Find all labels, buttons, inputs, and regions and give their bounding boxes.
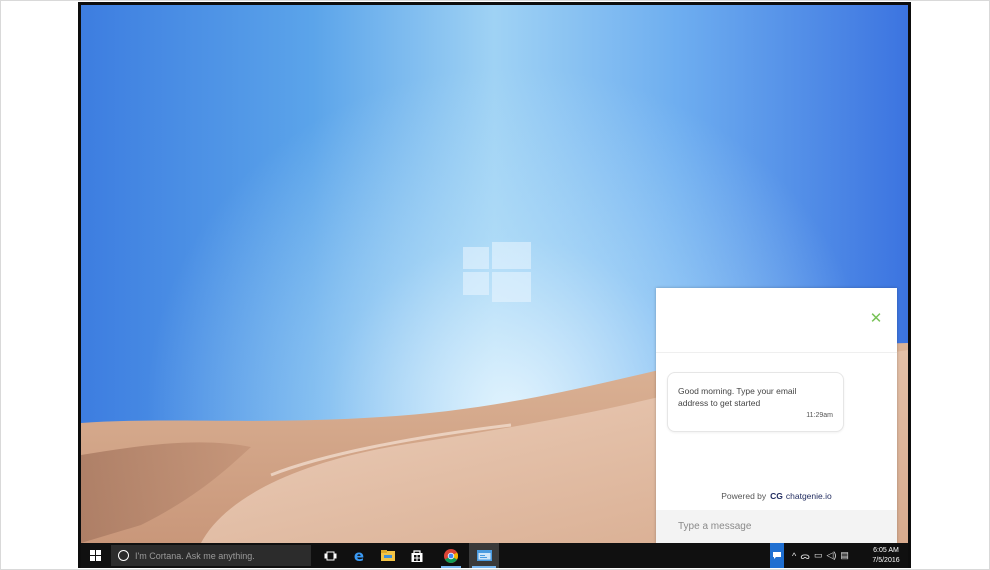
- network-icon[interactable]: ▭: [814, 550, 823, 561]
- file-explorer-icon: [381, 550, 395, 561]
- taskbar: I'm Cortana. Ask me anything. e ^ ᯅ ▭ ◁)…: [81, 543, 908, 568]
- file-explorer-button[interactable]: [375, 543, 401, 568]
- desktop-wallpaper: ✕ Good morning. Type your email address …: [81, 5, 908, 543]
- chevron-up-icon[interactable]: ^: [792, 551, 796, 561]
- windows-start-icon: [89, 550, 101, 561]
- cortana-icon: [118, 550, 129, 561]
- close-icon[interactable]: ✕: [869, 311, 883, 326]
- message-input[interactable]: [656, 510, 897, 543]
- chat-bubble-icon: [773, 552, 781, 559]
- chat-header: ✕: [656, 288, 897, 353]
- task-view-button[interactable]: [317, 543, 343, 568]
- store-button[interactable]: [404, 543, 430, 568]
- clock-date: 7/5/2016: [872, 557, 900, 564]
- active-app-button[interactable]: [469, 543, 499, 568]
- keyboard-icon[interactable]: ▤: [840, 550, 849, 561]
- edge-icon: e: [353, 546, 365, 565]
- chrome-button[interactable]: [438, 543, 464, 568]
- chat-widget: ✕ Good morning. Type your email address …: [656, 288, 897, 543]
- chat-messages: Good morning. Type your email address to…: [656, 353, 897, 503]
- message-bubble: Good morning. Type your email address to…: [667, 372, 844, 432]
- store-icon: [411, 549, 423, 562]
- task-view-icon: [324, 551, 336, 560]
- monitor-screen: ✕ Good morning. Type your email address …: [78, 2, 911, 568]
- powered-by-label: Powered by: [721, 491, 767, 501]
- message-text: Good morning. Type your email address to…: [678, 386, 797, 408]
- chatgenie-logo[interactable]: CG: [770, 491, 783, 501]
- powered-by: Powered by CG chatgenie.io: [656, 491, 897, 501]
- app-window-icon: [476, 550, 492, 561]
- taskbar-clock[interactable]: 6:05 AM 7/5/2016: [867, 546, 905, 566]
- clock-time: 6:05 AM: [873, 547, 899, 554]
- chrome-icon: [444, 548, 458, 563]
- edge-button[interactable]: e: [346, 543, 372, 568]
- chatgenie-link[interactable]: chatgenie.io: [786, 491, 832, 501]
- message-timestamp: 11:29am: [806, 412, 833, 419]
- chat-notification-button[interactable]: [770, 543, 784, 568]
- cortana-search-box[interactable]: I'm Cortana. Ask me anything.: [111, 545, 311, 566]
- start-button[interactable]: [81, 543, 109, 568]
- volume-icon[interactable]: ◁): [826, 550, 836, 561]
- cortana-search-placeholder: I'm Cortana. Ask me anything.: [135, 550, 255, 561]
- people-icon[interactable]: ᯅ: [800, 549, 810, 562]
- system-tray: ^ ᯅ ▭ ◁) ▤: [792, 543, 849, 568]
